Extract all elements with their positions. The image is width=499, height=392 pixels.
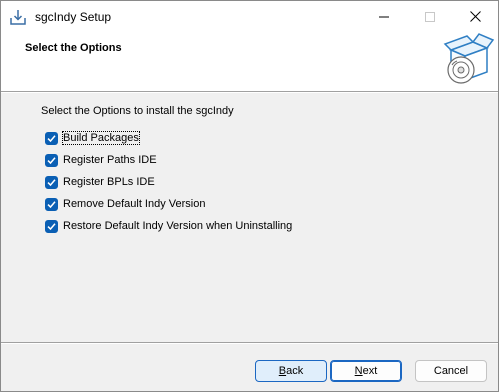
check-icon [47, 156, 56, 164]
check-icon [47, 200, 56, 208]
option-register-paths-ide[interactable]: Register Paths IDE [45, 152, 157, 168]
checkbox[interactable] [45, 175, 58, 189]
installer-icon [9, 8, 27, 26]
check-icon [47, 222, 56, 230]
checkbox[interactable] [45, 153, 58, 167]
cancel-label: Cancel [433, 365, 469, 377]
option-label: Register BPLs IDE [63, 176, 155, 188]
title-bar[interactable]: sgcIndy Setup [1, 1, 498, 32]
option-build-packages[interactable]: Build Packages [45, 130, 140, 146]
close-icon [469, 11, 481, 22]
page-title: Select the Options [25, 42, 122, 54]
option-label: Build Packages [62, 131, 140, 145]
checkbox[interactable] [45, 197, 58, 211]
option-register-bpls-ide[interactable]: Register BPLs IDE [45, 174, 155, 190]
options-intro: Select the Options to install the sgcInd… [41, 105, 234, 117]
option-restore-default-indy[interactable]: Restore Default Indy Version when Uninst… [45, 218, 292, 234]
window-title: sgcIndy Setup [35, 10, 112, 24]
next-label: Next [354, 365, 378, 377]
checkbox[interactable] [45, 131, 58, 145]
minimize-button[interactable] [361, 1, 407, 32]
back-button[interactable]: Back [255, 360, 327, 382]
wizard-header: Select the Options [1, 32, 498, 91]
option-label: Register Paths IDE [63, 154, 157, 166]
next-button[interactable]: Next [330, 360, 402, 382]
checkbox[interactable] [45, 219, 58, 233]
cancel-button[interactable]: Cancel [415, 360, 487, 382]
setup-window: sgcIndy Setup Select the Options Select … [0, 0, 499, 392]
maximize-button [407, 1, 453, 32]
setup-box-icon [439, 32, 495, 88]
option-label: Restore Default Indy Version when Uninst… [63, 220, 293, 232]
close-button[interactable] [452, 1, 498, 32]
minimize-icon [379, 16, 389, 17]
maximize-icon [425, 11, 435, 22]
wizard-footer: Back Next Cancel [1, 344, 498, 391]
option-label: Remove Default Indy Version [63, 198, 206, 210]
back-label: Back [278, 365, 304, 377]
check-icon [47, 178, 56, 186]
check-icon [47, 134, 56, 142]
option-remove-default-indy[interactable]: Remove Default Indy Version [45, 196, 205, 212]
header-separator [1, 91, 498, 93]
